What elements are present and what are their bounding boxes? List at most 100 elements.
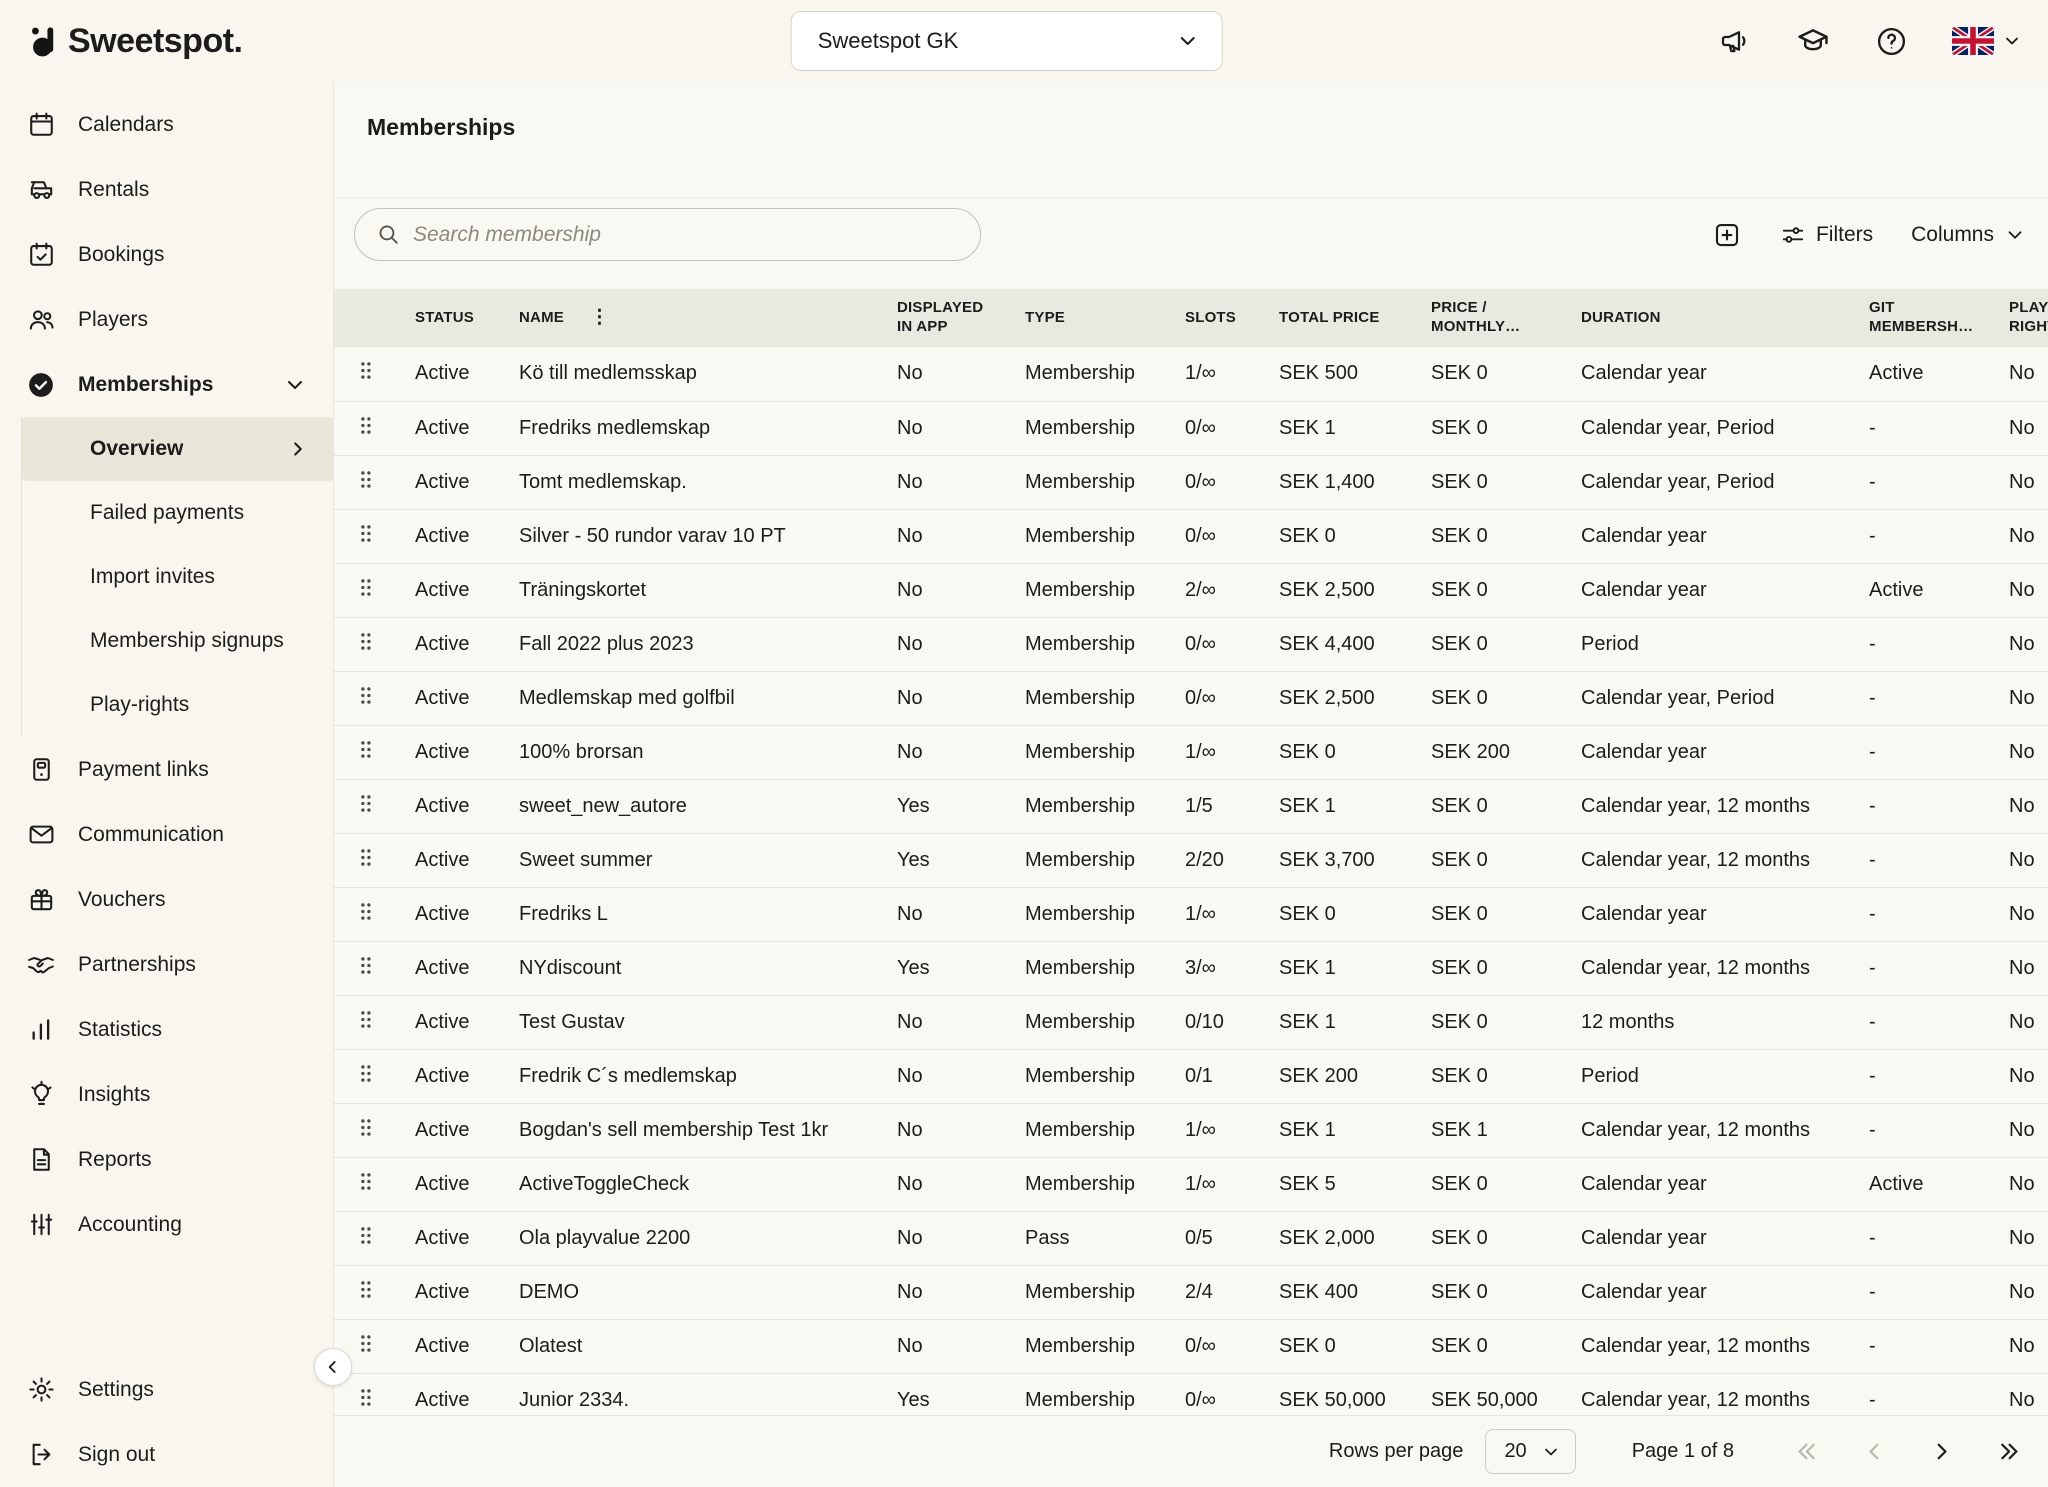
sidebar-item-sign-out[interactable]: Sign out — [0, 1422, 333, 1487]
col-header-slots[interactable]: SLOTS — [1168, 289, 1262, 347]
cell-name[interactable]: DEMO — [502, 1265, 880, 1319]
cell-name[interactable]: Bogdan's sell membership Test 1kr — [502, 1103, 880, 1157]
sidebar-item-insights[interactable]: Insights — [0, 1062, 333, 1127]
drag-handle-icon[interactable] — [358, 1279, 373, 1300]
next-page-button[interactable] — [1928, 1438, 1955, 1465]
cell-name[interactable]: Träningskortet — [502, 563, 880, 617]
cell-name[interactable]: Test Gustav — [502, 995, 880, 1049]
help-button[interactable] — [1874, 24, 1908, 58]
drag-handle-icon[interactable] — [358, 1225, 373, 1246]
table-row[interactable]: Active Fredrik C´s medlemskap No Members… — [334, 1049, 2048, 1103]
drag-handle-icon[interactable] — [358, 1387, 373, 1408]
cell-name[interactable]: Tomt medlemskap. — [502, 455, 880, 509]
sidebar-item-vouchers[interactable]: Vouchers — [0, 867, 333, 932]
cell-name[interactable]: NYdiscount — [502, 941, 880, 995]
col-header-displayed-in-app[interactable]: DISPLAYED IN APP — [880, 289, 1008, 347]
cell-name[interactable]: Fredriks L — [502, 887, 880, 941]
drag-handle-icon[interactable] — [358, 469, 373, 490]
table-row[interactable]: Active Medlemskap med golfbil No Members… — [334, 671, 2048, 725]
cell-name[interactable]: Silver - 50 rundor varav 10 PT — [502, 509, 880, 563]
col-header-total-price[interactable]: TOTAL PRICE — [1262, 289, 1414, 347]
drag-handle-icon[interactable] — [358, 523, 373, 544]
sidebar-item-payment-links[interactable]: Payment links — [0, 737, 333, 802]
first-page-button[interactable] — [1794, 1438, 1821, 1465]
sidebar-subitem-membership-signups[interactable]: Membership signups — [22, 609, 333, 673]
table-row[interactable]: Active NYdiscount Yes Membership 3/∞ SEK… — [334, 941, 2048, 995]
drag-handle-icon[interactable] — [358, 577, 373, 598]
cell-name[interactable]: Kö till medlemsskap — [502, 347, 880, 401]
col-header-type[interactable]: TYPE — [1008, 289, 1168, 347]
sidebar-item-memberships[interactable]: Memberships — [0, 352, 333, 417]
previous-page-button[interactable] — [1861, 1438, 1888, 1465]
announcements-button[interactable] — [1718, 24, 1752, 58]
cell-name[interactable]: ActiveToggleCheck — [502, 1157, 880, 1211]
col-header-play-right[interactable]: PLAY-RIGHT… — [1992, 289, 2048, 347]
table-row[interactable]: Active sweet_new_autore Yes Membership 1… — [334, 779, 2048, 833]
cell-name[interactable]: Ola playvalue 2200 — [502, 1211, 880, 1265]
sidebar-item-reports[interactable]: Reports — [0, 1127, 333, 1192]
table-row[interactable]: Active Tomt medlemskap. No Membership 0/… — [334, 455, 2048, 509]
academy-button[interactable] — [1796, 24, 1830, 58]
table-row[interactable]: Active Träningskortet No Membership 2/∞ … — [334, 563, 2048, 617]
sidebar-subitem-play-rights[interactable]: Play-rights — [22, 673, 333, 737]
drag-handle-icon[interactable] — [358, 415, 373, 436]
drag-handle-icon[interactable] — [358, 685, 373, 706]
drag-handle-icon[interactable] — [358, 1171, 373, 1192]
filters-button[interactable]: Filters — [1780, 222, 1873, 248]
table-row[interactable]: Active Ola playvalue 2200 No Pass 0/5 SE… — [334, 1211, 2048, 1265]
sidebar-subitem-import-invites[interactable]: Import invites — [22, 545, 333, 609]
col-header-duration[interactable]: DURATION — [1564, 289, 1852, 347]
col-header-git-membership[interactable]: GIT MEMBERSH… — [1852, 289, 1992, 347]
last-page-button[interactable] — [1995, 1438, 2022, 1465]
table-row[interactable]: Active Fredriks medlemskap No Membership… — [334, 401, 2048, 455]
sidebar-item-accounting[interactable]: Accounting — [0, 1192, 333, 1257]
sidebar-item-partnerships[interactable]: Partnerships — [0, 932, 333, 997]
drag-handle-icon[interactable] — [358, 793, 373, 814]
table-row[interactable]: Active Bogdan's sell membership Test 1kr… — [334, 1103, 2048, 1157]
language-selector[interactable] — [1952, 27, 2022, 55]
drag-handle-icon[interactable] — [358, 739, 373, 760]
sidebar-item-communication[interactable]: Communication — [0, 802, 333, 867]
column-menu-icon[interactable]: ⋮ — [590, 306, 609, 330]
col-header-status[interactable]: STATUS — [398, 289, 502, 347]
sidebar-collapse-button[interactable] — [314, 1348, 352, 1386]
table-row[interactable]: Active Sweet summer Yes Membership 2/20 … — [334, 833, 2048, 887]
col-header-price-monthly[interactable]: PRICE / MONTHLY… — [1414, 289, 1564, 347]
club-selector[interactable]: Sweetspot GK — [791, 11, 1223, 71]
drag-handle-icon[interactable] — [358, 1063, 373, 1084]
table-row[interactable]: Active Fall 2022 plus 2023 No Membership… — [334, 617, 2048, 671]
rows-per-page-select[interactable]: 20 — [1485, 1429, 1575, 1474]
cell-name[interactable]: sweet_new_autore — [502, 779, 880, 833]
cell-name[interactable]: Fredrik C´s medlemskap — [502, 1049, 880, 1103]
table-row[interactable]: Active DEMO No Membership 2/4 SEK 400 SE… — [334, 1265, 2048, 1319]
sidebar-item-players[interactable]: Players — [0, 287, 333, 352]
table-row[interactable]: Active Fredriks L No Membership 1/∞ SEK … — [334, 887, 2048, 941]
search-input[interactable] — [354, 208, 981, 261]
table-row[interactable]: Active Olatest No Membership 0/∞ SEK 0 S… — [334, 1319, 2048, 1373]
cell-name[interactable]: Fredriks medlemskap — [502, 401, 880, 455]
table-row[interactable]: Active Silver - 50 rundor varav 10 PT No… — [334, 509, 2048, 563]
drag-handle-icon[interactable] — [358, 1333, 373, 1354]
drag-handle-icon[interactable] — [358, 901, 373, 922]
drag-handle-icon[interactable] — [358, 1117, 373, 1138]
table-row[interactable]: Active Kö till medlemsskap No Membership… — [334, 347, 2048, 401]
sidebar-item-bookings[interactable]: Bookings — [0, 222, 333, 287]
table-row[interactable]: Active Test Gustav No Membership 0/10 SE… — [334, 995, 2048, 1049]
sidebar-subitem-overview[interactable]: Overview — [22, 417, 333, 481]
drag-handle-icon[interactable] — [358, 847, 373, 868]
sidebar-item-statistics[interactable]: Statistics — [0, 997, 333, 1062]
drag-handle-icon[interactable] — [358, 1009, 373, 1030]
table-row[interactable]: Active ActiveToggleCheck No Membership 1… — [334, 1157, 2048, 1211]
col-header-name[interactable]: NAME ⋮ — [502, 289, 880, 347]
drag-handle-icon[interactable] — [358, 631, 373, 652]
cell-name[interactable]: Sweet summer — [502, 833, 880, 887]
cell-name[interactable]: Olatest — [502, 1319, 880, 1373]
cell-name[interactable]: Junior 2334. — [502, 1373, 880, 1415]
sidebar-item-calendars[interactable]: Calendars — [0, 92, 333, 157]
drag-handle-icon[interactable] — [358, 955, 373, 976]
drag-handle-icon[interactable] — [358, 360, 373, 381]
cell-name[interactable]: Medlemskap med golfbil — [502, 671, 880, 725]
sidebar-subitem-failed-payments[interactable]: Failed payments — [22, 481, 333, 545]
sidebar-item-rentals[interactable]: Rentals — [0, 157, 333, 222]
add-membership-button[interactable] — [1712, 220, 1742, 250]
